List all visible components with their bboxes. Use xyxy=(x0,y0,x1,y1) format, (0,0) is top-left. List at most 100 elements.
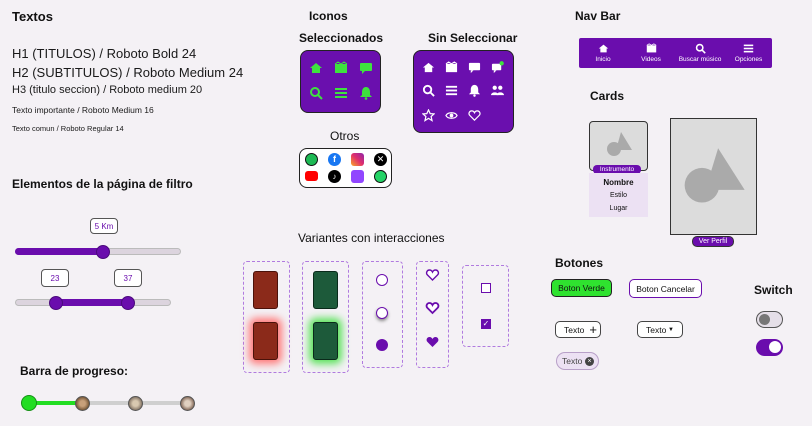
plus-icon: + xyxy=(589,322,597,337)
tiktok-icon[interactable]: ♪ xyxy=(328,170,341,183)
card-place: Lugar xyxy=(609,205,628,212)
bell-icon[interactable] xyxy=(359,86,373,100)
radio-selected[interactable] xyxy=(376,339,388,351)
progress-step-current xyxy=(21,395,37,411)
nav-item-buscar-musico[interactable]: Buscar músico xyxy=(675,38,725,68)
card-name: Nombre xyxy=(603,178,634,187)
iconos-title: Iconos xyxy=(309,9,348,23)
single-slider-fill xyxy=(15,248,105,255)
menu-icon[interactable] xyxy=(445,84,458,97)
checkbox-checked[interactable]: ✓ xyxy=(481,319,491,329)
chip-label: Texto xyxy=(562,356,583,366)
nav-item-videos[interactable]: Videos xyxy=(627,38,675,68)
nav-label: Opciones xyxy=(734,56,763,63)
selected-icons-box xyxy=(300,50,381,113)
checkbox-unchecked[interactable] xyxy=(481,283,491,293)
radio-hover[interactable] xyxy=(376,307,388,319)
thumbs-down-card-active-icon[interactable] xyxy=(253,322,278,360)
range-slider-max-knob[interactable] xyxy=(121,296,135,310)
facebook-icon[interactable]: f xyxy=(328,153,341,166)
card-image-placeholder xyxy=(589,121,648,171)
text-dropdown-label: Texto xyxy=(646,324,667,335)
nav-label: Buscar músico xyxy=(678,56,722,63)
cancel-button[interactable]: Boton Cancelar xyxy=(629,279,702,298)
chat-notification-icon[interactable] xyxy=(491,61,504,74)
image-placeholder-icon xyxy=(684,148,745,203)
card-style: Estilo xyxy=(609,192,628,199)
instagram-icon[interactable] xyxy=(351,153,364,166)
navbar: Inicio Videos Buscar músico Opciones xyxy=(579,38,772,68)
search-icon xyxy=(695,43,706,54)
range-min-value: 23 xyxy=(41,269,69,287)
switch-title: Switch xyxy=(754,283,793,297)
spotify-icon[interactable] xyxy=(305,153,318,166)
video-icon[interactable] xyxy=(334,61,348,75)
chat-icon[interactable] xyxy=(359,61,373,75)
text-add-label: Texto xyxy=(564,324,585,335)
common-sample: Texto comun / Roboto Regular 14 xyxy=(12,124,124,133)
twitch-icon[interactable] xyxy=(351,170,364,183)
search-icon[interactable] xyxy=(309,86,323,100)
social-icons-box: f ✕ ♪ xyxy=(299,148,392,188)
image-placeholder-icon xyxy=(607,132,632,156)
h3-sample: H3 (titulo seccion) / Roboto medium 20 xyxy=(12,84,203,96)
text-add-button[interactable]: Texto + xyxy=(555,321,601,338)
home-icon xyxy=(598,44,608,53)
switch-knob xyxy=(759,314,770,325)
rock-hand-card-active-icon[interactable] xyxy=(313,322,338,360)
profile-card-image xyxy=(670,118,757,235)
variantes-title: Variantes con interacciones xyxy=(298,231,445,245)
nav-item-inicio[interactable]: Inicio xyxy=(579,38,627,68)
star-icon[interactable] xyxy=(422,109,435,122)
nav-label: Inicio xyxy=(595,56,611,63)
unselected-icons-box xyxy=(413,50,514,133)
range-slider-fill xyxy=(55,299,128,306)
home-icon[interactable] xyxy=(309,61,323,75)
switch-knob xyxy=(769,341,781,353)
close-icon[interactable]: × xyxy=(585,357,594,366)
x-twitter-icon[interactable]: ✕ xyxy=(374,153,387,166)
range-slider-min-knob[interactable] xyxy=(49,296,63,310)
single-slider-knob[interactable] xyxy=(96,245,110,259)
chat-icon[interactable] xyxy=(468,61,481,74)
bell-icon[interactable] xyxy=(468,84,481,97)
switch-off[interactable] xyxy=(756,311,783,328)
heart-outline-icon[interactable] xyxy=(425,268,440,282)
green-button[interactable]: Boton Verde xyxy=(551,279,612,297)
menu-icon[interactable] xyxy=(334,86,348,100)
chip[interactable]: Texto × xyxy=(556,352,599,370)
video-icon xyxy=(646,43,656,53)
radio-unselected[interactable] xyxy=(376,274,388,286)
nav-label: Videos xyxy=(641,56,661,63)
switch-on[interactable] xyxy=(756,339,783,356)
h1-sample: H1 (TITULOS) / Roboto Bold 24 xyxy=(12,46,197,61)
musician-card[interactable]: Instrumento Nombre Estilo Lugar xyxy=(589,121,648,217)
video-icon[interactable] xyxy=(445,61,458,74)
heart-filled-icon[interactable] xyxy=(425,335,440,349)
eye-icon[interactable] xyxy=(445,109,458,122)
unselected-title: Sin Seleccionar xyxy=(428,31,518,45)
important-sample: Texto importante / Roboto Medium 16 xyxy=(12,105,154,115)
group-icon[interactable] xyxy=(490,84,505,97)
progress-step-avatar-icon xyxy=(180,396,195,411)
progress-step-avatar-icon xyxy=(75,396,90,411)
checkbox-variants-group xyxy=(462,265,509,347)
single-slider-value: 5 Km xyxy=(90,218,118,234)
thumbs-down-card-icon[interactable] xyxy=(253,271,278,309)
whatsapp-icon[interactable] xyxy=(374,170,387,183)
search-icon[interactable] xyxy=(422,84,435,97)
rock-hand-card-icon[interactable] xyxy=(313,271,338,309)
heart-hover-icon[interactable] xyxy=(425,301,440,315)
ver-perfil-button[interactable]: Ver Perfil xyxy=(692,236,734,247)
nav-item-opciones[interactable]: Opciones xyxy=(725,38,772,68)
others-title: Otros xyxy=(330,129,360,143)
heart-icon[interactable] xyxy=(468,109,481,122)
textos-title: Textos xyxy=(12,9,53,24)
youtube-icon[interactable] xyxy=(305,171,318,181)
menu-icon xyxy=(743,44,754,53)
cards-title: Cards xyxy=(590,89,625,103)
h2-sample: H2 (SUBTITULOS) / Roboto Medium 24 xyxy=(12,65,244,80)
home-icon[interactable] xyxy=(422,61,435,74)
text-dropdown-button[interactable]: Texto ▼ xyxy=(637,321,683,338)
navbar-title: Nav Bar xyxy=(575,9,621,23)
